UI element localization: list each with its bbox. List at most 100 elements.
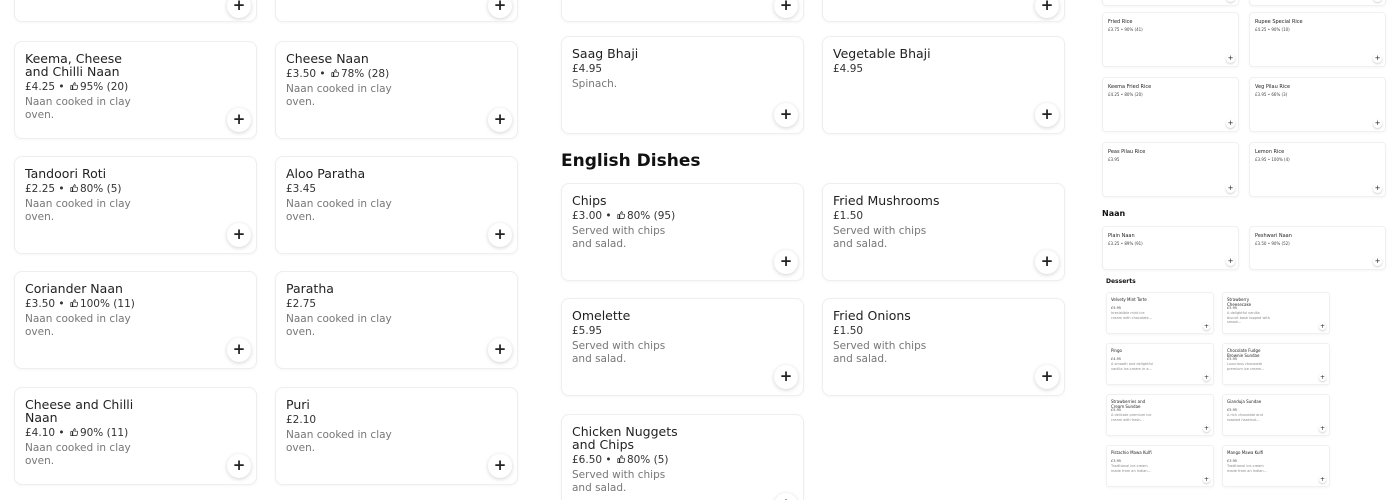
menu-item-card[interactable]: Chicken Nuggets and Chips £6.50 • 80% (5)… — [561, 414, 804, 500]
add-item-button[interactable]: + — [227, 338, 251, 362]
item-price-rating: £5.95 — [572, 325, 692, 338]
menu-item-card[interactable]: Cheese Naan £3.50 • 78% (28) Naan cooked i… — [275, 41, 518, 139]
add-item-button[interactable]: + — [1203, 425, 1210, 432]
add-item-button[interactable]: + — [1319, 425, 1326, 432]
item-price-rating: £3.45 — [286, 183, 406, 196]
item-rating: 80% (5) — [79, 183, 122, 195]
menu-item-card[interactable]: Keema, Cheese and Chilli Naan £4.25 • 95%… — [14, 41, 257, 139]
menu-item-card[interactable]: Fried Mushrooms £1.50 Served with chips an… — [822, 183, 1065, 281]
item-name: Tandoori Roti — [25, 166, 107, 181]
add-item-button[interactable]: + — [1035, 103, 1059, 127]
add-item-button[interactable]: + — [1035, 250, 1059, 274]
menu-item-card[interactable]: Omelette £5.95 Served with chips and salad… — [561, 298, 804, 396]
add-item-button[interactable]: + — [1319, 374, 1326, 381]
menu-item-card[interactable]: Aloo Paratha £3.45 Naan cooked in clay ove… — [275, 156, 518, 254]
add-item-button[interactable]: + — [1226, 184, 1235, 193]
menu-item-card[interactable]: Keema Fried Rice £4.25 • 80% (20) + — [1102, 77, 1239, 132]
add-item-button[interactable]: + — [227, 108, 251, 132]
menu-item-card[interactable]: Strawberries and Cream Sundae £5.95 A deli… — [1106, 394, 1214, 436]
menu-item-card[interactable]: Fried Rice £3.75 • 90% (41) + — [1102, 12, 1239, 67]
item-description: Served with chips and salad. — [833, 225, 927, 250]
add-item-button[interactable]: + — [488, 454, 512, 478]
add-item-button[interactable]: + — [488, 338, 512, 362]
menu-item-card[interactable]: Fried Onions £1.50 Served with chips and s… — [822, 298, 1065, 396]
menu-item-card[interactable]: Puri £2.10 Naan cooked in clay oven. + — [275, 387, 518, 485]
item-price: £1.50 — [833, 325, 864, 337]
menu-item-card[interactable]: + — [1102, 0, 1239, 6]
add-item-button[interactable]: + — [227, 223, 251, 247]
item-description: Naan cooked in clay oven. — [25, 442, 131, 467]
item-price-rating: £3.95 • 66% (3) — [1255, 92, 1288, 97]
menu-item-card[interactable]: + — [561, 0, 804, 22]
add-item-button[interactable]: + — [1203, 323, 1210, 330]
menu-item-card[interactable]: Strawberry Cheesecake £5.95 A delightful v… — [1222, 292, 1330, 334]
add-item-button[interactable]: + — [1203, 374, 1210, 381]
add-item-button[interactable]: + — [774, 493, 798, 500]
menu-item-card[interactable]: Coriander Naan £3.50 • 100% (11) Naan cook… — [14, 271, 257, 369]
add-item-button[interactable]: + — [227, 454, 251, 478]
add-item-button[interactable]: + — [1035, 0, 1059, 18]
item-price-rating: £5.95 — [1227, 306, 1238, 310]
add-item-button[interactable]: + — [1373, 119, 1382, 128]
menu-item-card[interactable]: Lemon Rice £3.95 • 100% (4) + — [1249, 142, 1386, 197]
item-price: £2.75 — [286, 298, 317, 310]
add-item-button[interactable]: + — [1226, 0, 1235, 2]
menu-item-card[interactable]: Plain Naan £3.25 • 89% (91) + — [1102, 226, 1239, 270]
item-info: Tandoori Roti £2.25 • 80% (5) Naan cooked … — [25, 167, 145, 224]
item-description: Naan cooked in clay oven. — [25, 198, 131, 223]
menu-item-card[interactable]: Vegetable Bhaji £4.95 + — [822, 36, 1065, 134]
add-item-button[interactable]: + — [227, 0, 251, 18]
menu-item-card[interactable]: Veg Pilau Rice £3.95 • 66% (3) + — [1249, 77, 1386, 132]
add-item-button[interactable]: + — [1373, 0, 1382, 2]
item-name: Fried Onions — [833, 308, 911, 323]
item-price-rating: £3.50 • 90% (52) — [1255, 241, 1290, 246]
item-info: Chips £3.00 • 80% (95) Served with chips a… — [572, 194, 692, 251]
menu-item-card[interactable]: Pistachio Mawa Kulfi £3.95 Traditional ice… — [1106, 445, 1214, 487]
add-item-button[interactable]: + — [1319, 323, 1326, 330]
item-description: Luxurious chocolate premium ice cream... — [1227, 362, 1265, 371]
menu-item-card[interactable]: Paratha £2.75 Naan cooked in clay oven. + — [275, 271, 518, 369]
add-item-button[interactable]: + — [774, 103, 798, 127]
menu-item-card[interactable]: Chips £3.00 • 80% (95) Served with chips a… — [561, 183, 804, 281]
menu-item-card[interactable]: Mango Mawa Kulfi £3.95 Traditional ice-cre… — [1222, 445, 1330, 487]
add-item-button[interactable]: + — [1319, 476, 1326, 483]
add-item-button[interactable]: + — [774, 250, 798, 274]
menu-item-card[interactable]: Tandoori Roti £2.25 • 80% (5) Naan cooked … — [14, 156, 257, 254]
item-name: Keema Fried Rice — [1108, 84, 1152, 90]
add-item-button[interactable]: + — [1226, 257, 1235, 266]
add-item-button[interactable]: + — [1373, 257, 1382, 266]
menu-item-card[interactable]: Chocolate Fudge Brownie Sundae £5.95 Luxur… — [1222, 343, 1330, 385]
item-description: Naan cooked in clay oven. — [286, 83, 392, 108]
menu-item-card[interactable]: + — [14, 0, 257, 22]
add-item-button[interactable]: + — [1373, 54, 1382, 63]
add-item-button[interactable]: + — [1226, 119, 1235, 128]
menu-item-card[interactable]: Saag Bhaji £4.95 Spinach. + — [561, 36, 804, 134]
menu-item-card[interactable]: + — [822, 0, 1065, 22]
menu-item-card[interactable]: Gianduja Sundae £5.95 A rich chocolate and… — [1222, 394, 1330, 436]
menu-item-card[interactable]: Rupee Special Rice £4.25 • 90% (10) + — [1249, 12, 1386, 67]
item-description: Traditional ice-cream made from an India… — [1227, 464, 1267, 473]
add-item-button[interactable]: + — [774, 0, 798, 18]
add-item-button[interactable]: + — [774, 365, 798, 389]
add-item-button[interactable]: + — [1203, 476, 1210, 483]
add-item-button[interactable]: + — [1226, 54, 1235, 63]
thumbs-up-icon — [70, 428, 78, 436]
add-item-button[interactable]: + — [488, 0, 512, 18]
menu-item-card[interactable]: Cheese and Chilli Naan £4.10 • 90% (11) Na… — [14, 387, 257, 485]
add-item-button[interactable]: + — [488, 108, 512, 132]
section-title-naan: Naan — [1102, 209, 1126, 218]
add-item-button[interactable]: + — [1035, 365, 1059, 389]
add-item-button[interactable]: + — [488, 223, 512, 247]
item-price: £6.50 — [572, 454, 603, 466]
item-name: Plain Naan — [1108, 233, 1135, 239]
menu-item-card[interactable]: Velvety Mint Torte £5.95 Irresistible mint… — [1106, 292, 1214, 334]
menu-item-card[interactable]: + — [1249, 0, 1386, 6]
item-description: Traditional ice-cream made from an India… — [1111, 464, 1151, 473]
menu-item-card[interactable]: Pingo £4.95 A smooth and delightful vanill… — [1106, 343, 1214, 385]
menu-item-card[interactable]: + — [275, 0, 518, 22]
item-price-rating: £2.25 • 80% (5) — [25, 183, 145, 196]
item-price: £5.95 — [572, 325, 603, 337]
menu-item-card[interactable]: Peas Pilau Rice £3.95 + — [1102, 142, 1239, 197]
menu-item-card[interactable]: Peshwari Naan £3.50 • 90% (52) + — [1249, 226, 1386, 270]
add-item-button[interactable]: + — [1373, 184, 1382, 193]
